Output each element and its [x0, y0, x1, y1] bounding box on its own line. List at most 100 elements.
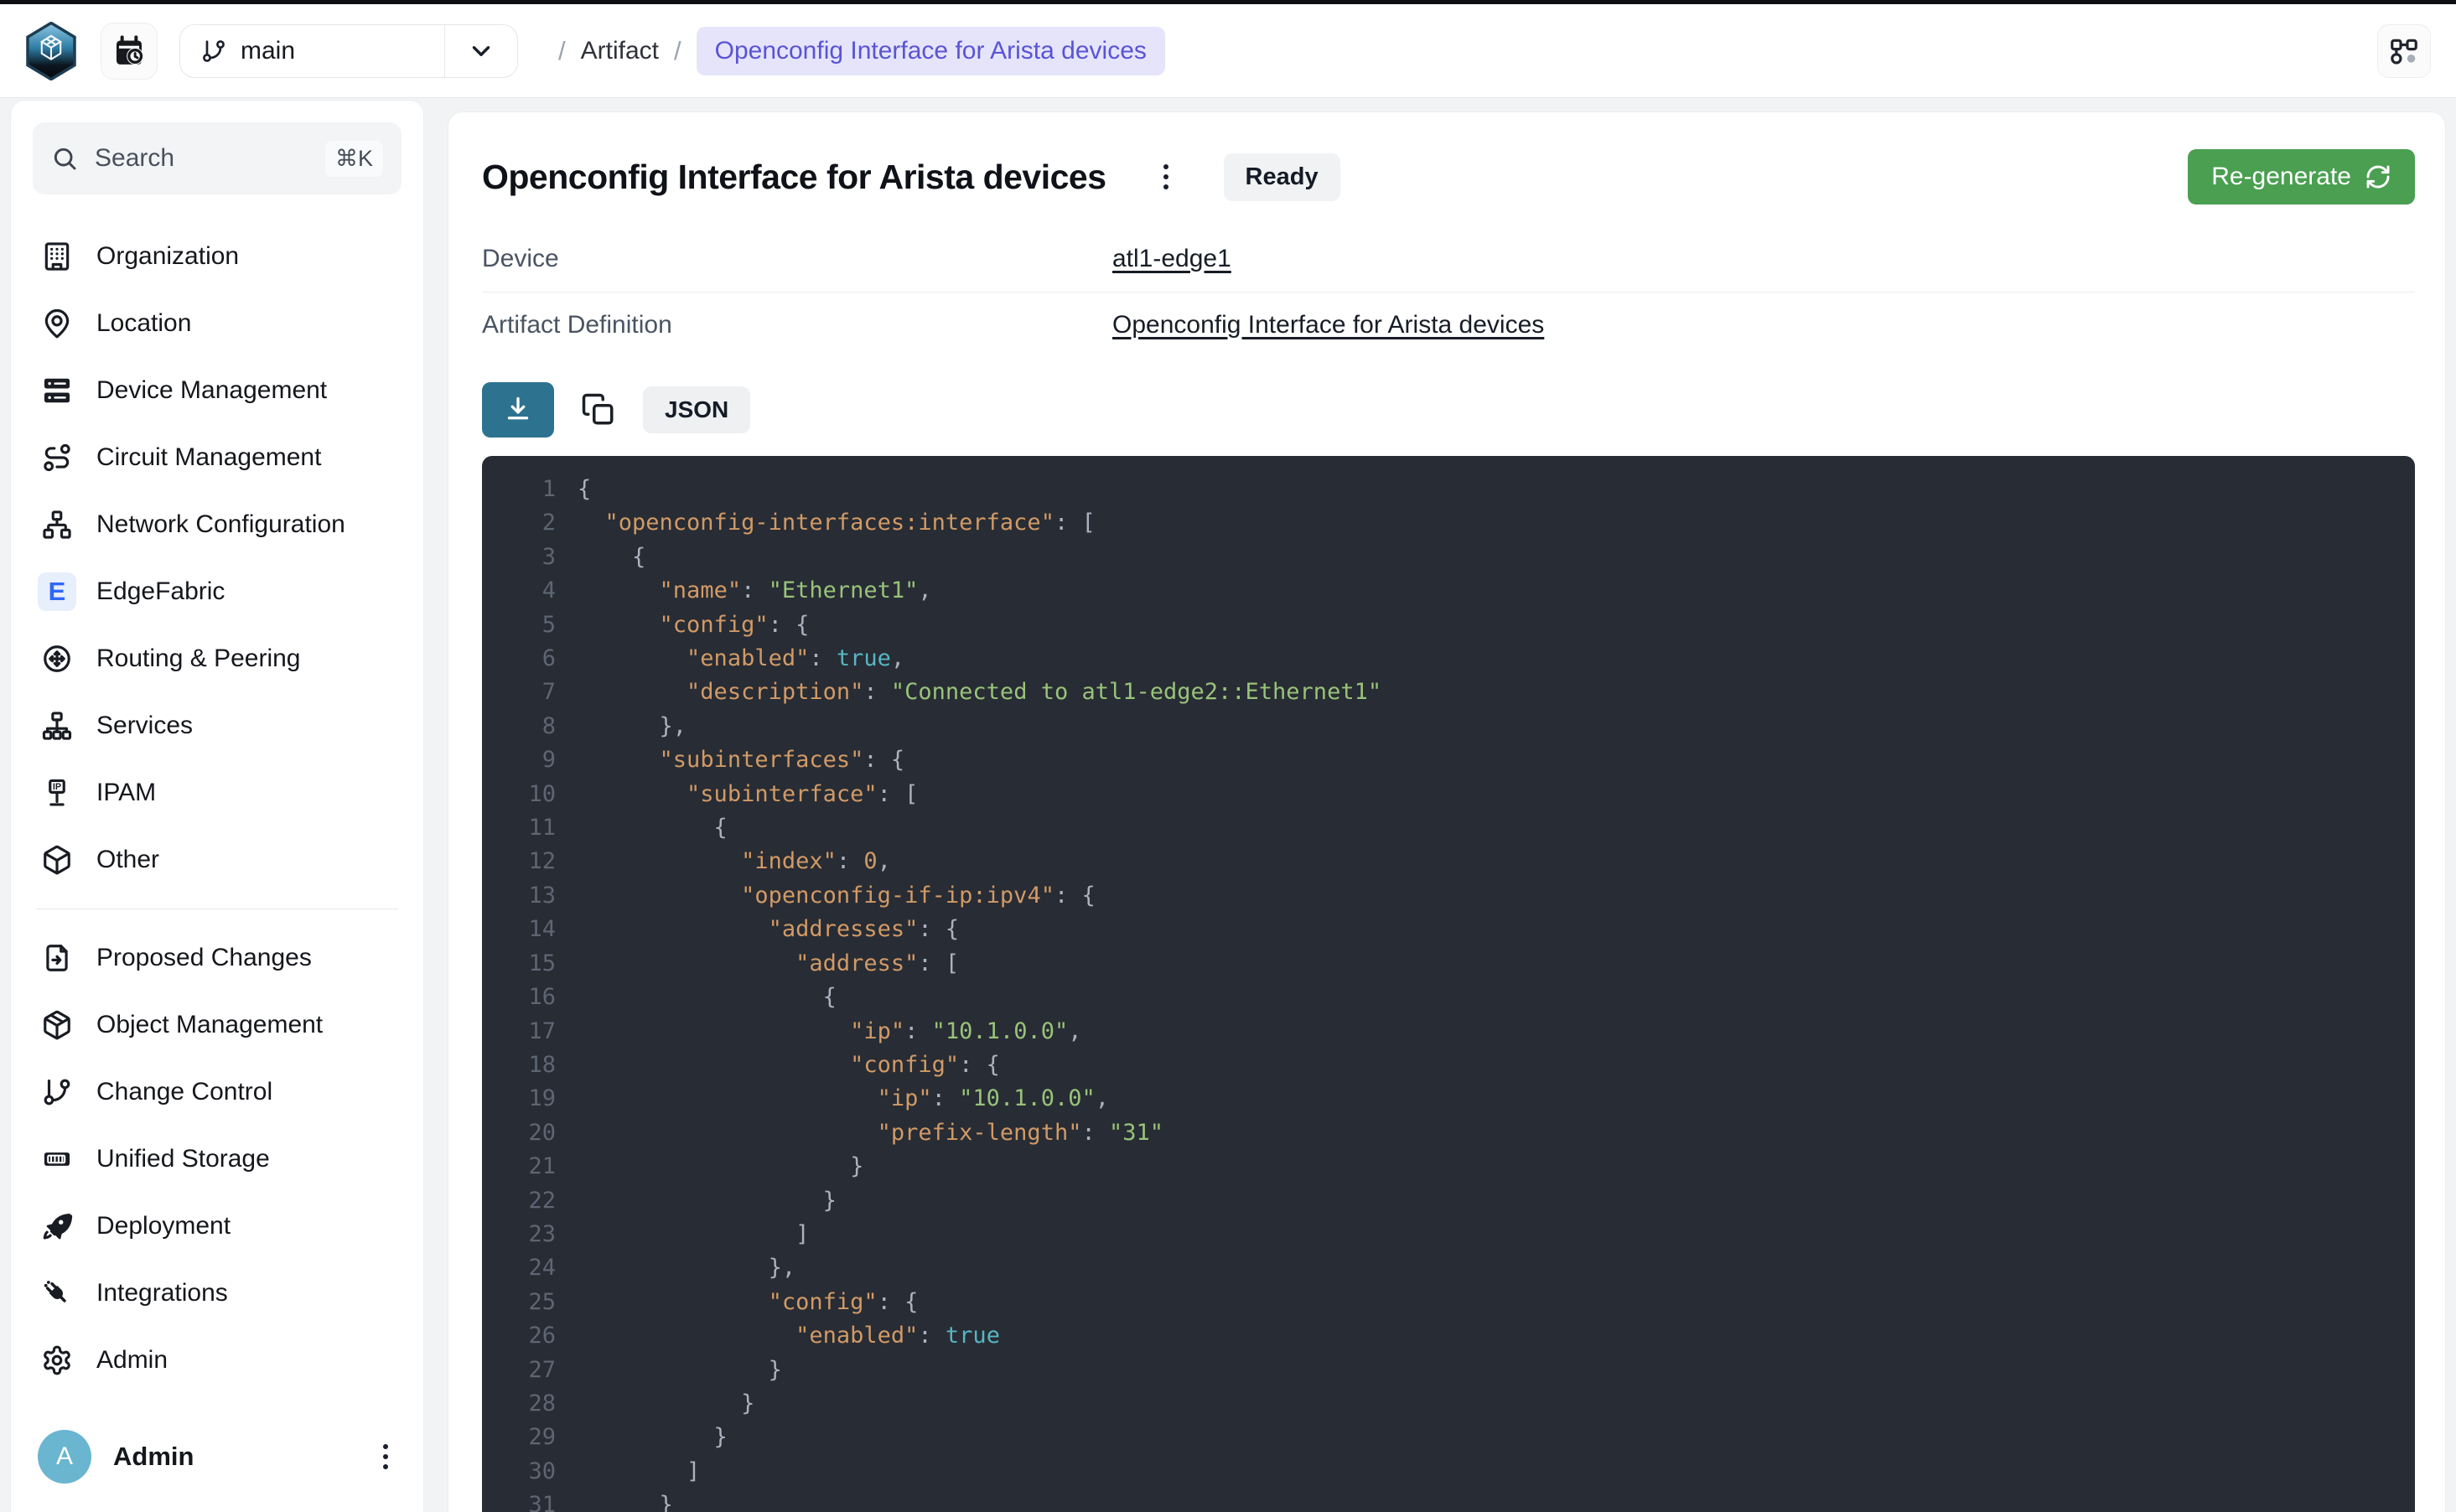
line-content: "config": { [578, 608, 809, 642]
sidebar-item-location[interactable]: Location [33, 290, 402, 357]
line-number: 13 [482, 879, 556, 913]
code-line: 17 "ip": "10.1.0.0", [482, 1015, 2415, 1049]
sidebar-item-change-control[interactable]: Change Control [33, 1059, 402, 1126]
calendar-clock-button[interactable] [101, 23, 158, 80]
line-content: } [578, 1150, 863, 1183]
line-number: 27 [482, 1354, 556, 1387]
artifact-toolbar: JSON [482, 382, 2415, 438]
code-line: 7 "description": "Connected to atl1-edge… [482, 676, 2415, 709]
sidebar-item-label: Other [96, 846, 159, 874]
code-line: 12 "index": 0, [482, 845, 2415, 878]
user-menu-button[interactable] [375, 1436, 396, 1478]
code-viewer[interactable]: 1{2 "openconfig-interfaces:interface": [… [482, 456, 2415, 1512]
line-number: 23 [482, 1218, 556, 1251]
code-line: 1{ [482, 473, 2415, 506]
app-logo-icon[interactable] [25, 21, 79, 81]
field-label: Artifact Definition [482, 311, 1112, 339]
search-input[interactable]: Search ⌘K [33, 122, 402, 194]
code-line: 13 "openconfig-if-ip:ipv4": { [482, 879, 2415, 913]
sidebar-item-device-management[interactable]: Device Management [33, 357, 402, 424]
avatar: A [38, 1430, 91, 1484]
field-label: Device [482, 245, 1112, 273]
line-number: 15 [482, 947, 556, 981]
refresh-icon [2365, 163, 2391, 190]
sidebar-item-admin[interactable]: Admin [33, 1327, 402, 1394]
line-number: 18 [482, 1049, 556, 1082]
sidebar-item-organization[interactable]: Organization [33, 223, 402, 290]
route-icon [38, 442, 76, 474]
download-icon [503, 395, 533, 425]
sidebar-item-ipam[interactable]: IPIPAM [33, 759, 402, 826]
regenerate-button[interactable]: Re-generate [2188, 149, 2415, 205]
sidebar-item-label: Circuit Management [96, 443, 321, 472]
line-content: } [578, 1489, 673, 1512]
code-line: 28 } [482, 1387, 2415, 1421]
user-row[interactable]: A Admin [33, 1415, 402, 1487]
line-content: "subinterfaces": { [578, 743, 904, 777]
git-branch-icon [200, 38, 227, 65]
line-content: "ip": "10.1.0.0", [578, 1015, 1081, 1049]
download-button[interactable] [482, 382, 554, 438]
line-number: 31 [482, 1489, 556, 1512]
file-arrow-icon [38, 942, 76, 974]
line-number: 5 [482, 608, 556, 642]
line-content: ] [578, 1455, 700, 1489]
sidebar-item-integrations[interactable]: Integrations [33, 1260, 402, 1327]
router-icon [38, 643, 76, 675]
line-number: 30 [482, 1455, 556, 1489]
sidebar-item-network-configuration[interactable]: Network Configuration [33, 491, 402, 558]
chevron-down-icon[interactable] [445, 37, 517, 65]
sidebar-item-label: Routing & Peering [96, 645, 301, 673]
info-row-artifact-definition: Artifact DefinitionOpenconfig Interface … [482, 292, 2415, 357]
field-value-link-atl1-edge1[interactable]: atl1-edge1 [1112, 245, 1231, 272]
code-line: 4 "name": "Ethernet1", [482, 574, 2415, 608]
line-content: "addresses": { [578, 913, 959, 946]
sidebar-item-routing-peering[interactable]: Routing & Peering [33, 625, 402, 692]
sidebar-item-unified-storage[interactable]: Unified Storage [33, 1126, 402, 1193]
line-content: "openconfig-interfaces:interface": [ [578, 506, 1096, 540]
line-number: 29 [482, 1421, 556, 1454]
sidebar-item-label: Deployment [96, 1212, 231, 1240]
code-line: 3 { [482, 541, 2415, 574]
line-content: } [578, 1184, 837, 1218]
line-number: 9 [482, 743, 556, 777]
sidebar-item-object-management[interactable]: Object Management [33, 992, 402, 1059]
search-shortcut: ⌘K [325, 141, 383, 177]
workflow-button[interactable] [2377, 24, 2431, 78]
gear-icon [38, 1344, 76, 1376]
sidebar-item-label: IPAM [96, 779, 156, 807]
code-line: 15 "address": [ [482, 947, 2415, 981]
copy-button[interactable] [578, 389, 619, 431]
code-line: 30 ] [482, 1455, 2415, 1489]
page-title: Openconfig Interface for Arista devices [482, 158, 1106, 197]
code-line: 27 } [482, 1354, 2415, 1387]
line-content: "config": { [578, 1049, 1000, 1082]
sidebar-item-label: Admin [96, 1346, 168, 1375]
sidebar-item-services[interactable]: Services [33, 692, 402, 759]
code-line: 5 "config": { [482, 608, 2415, 642]
line-content: "enabled": true [578, 1319, 1000, 1353]
line-number: 25 [482, 1286, 556, 1319]
breadcrumb-item-artifact[interactable]: Artifact [581, 37, 659, 65]
edgefabric-icon: E [38, 572, 76, 611]
branch-selector[interactable]: main [179, 24, 518, 78]
code-line: 22 } [482, 1184, 2415, 1218]
field-value-link-openconfig-interface-for-arista-devices[interactable]: Openconfig Interface for Arista devices [1112, 311, 1544, 339]
sidebar-item-circuit-management[interactable]: Circuit Management [33, 424, 402, 491]
sidebar-item-deployment[interactable]: Deployment [33, 1193, 402, 1260]
sidebar-item-edgefabric[interactable]: EEdgeFabric [33, 558, 402, 625]
line-content: "prefix-length": "31" [578, 1116, 1163, 1150]
code-line: 20 "prefix-length": "31" [482, 1116, 2415, 1150]
building-icon [38, 241, 76, 272]
line-content: "index": 0, [578, 845, 891, 878]
breadcrumb-current[interactable]: Openconfig Interface for Arista devices [697, 27, 1165, 75]
title-menu-button[interactable] [1155, 156, 1177, 198]
line-content: ] [578, 1218, 809, 1251]
line-content: } [578, 1387, 754, 1421]
code-line: 26 "enabled": true [482, 1319, 2415, 1353]
line-number: 19 [482, 1082, 556, 1116]
sidebar-item-other[interactable]: Other [33, 826, 402, 893]
line-number: 20 [482, 1116, 556, 1150]
sidebar-item-proposed-changes[interactable]: Proposed Changes [33, 924, 402, 992]
line-content: "description": "Connected to atl1-edge2:… [578, 676, 1381, 709]
